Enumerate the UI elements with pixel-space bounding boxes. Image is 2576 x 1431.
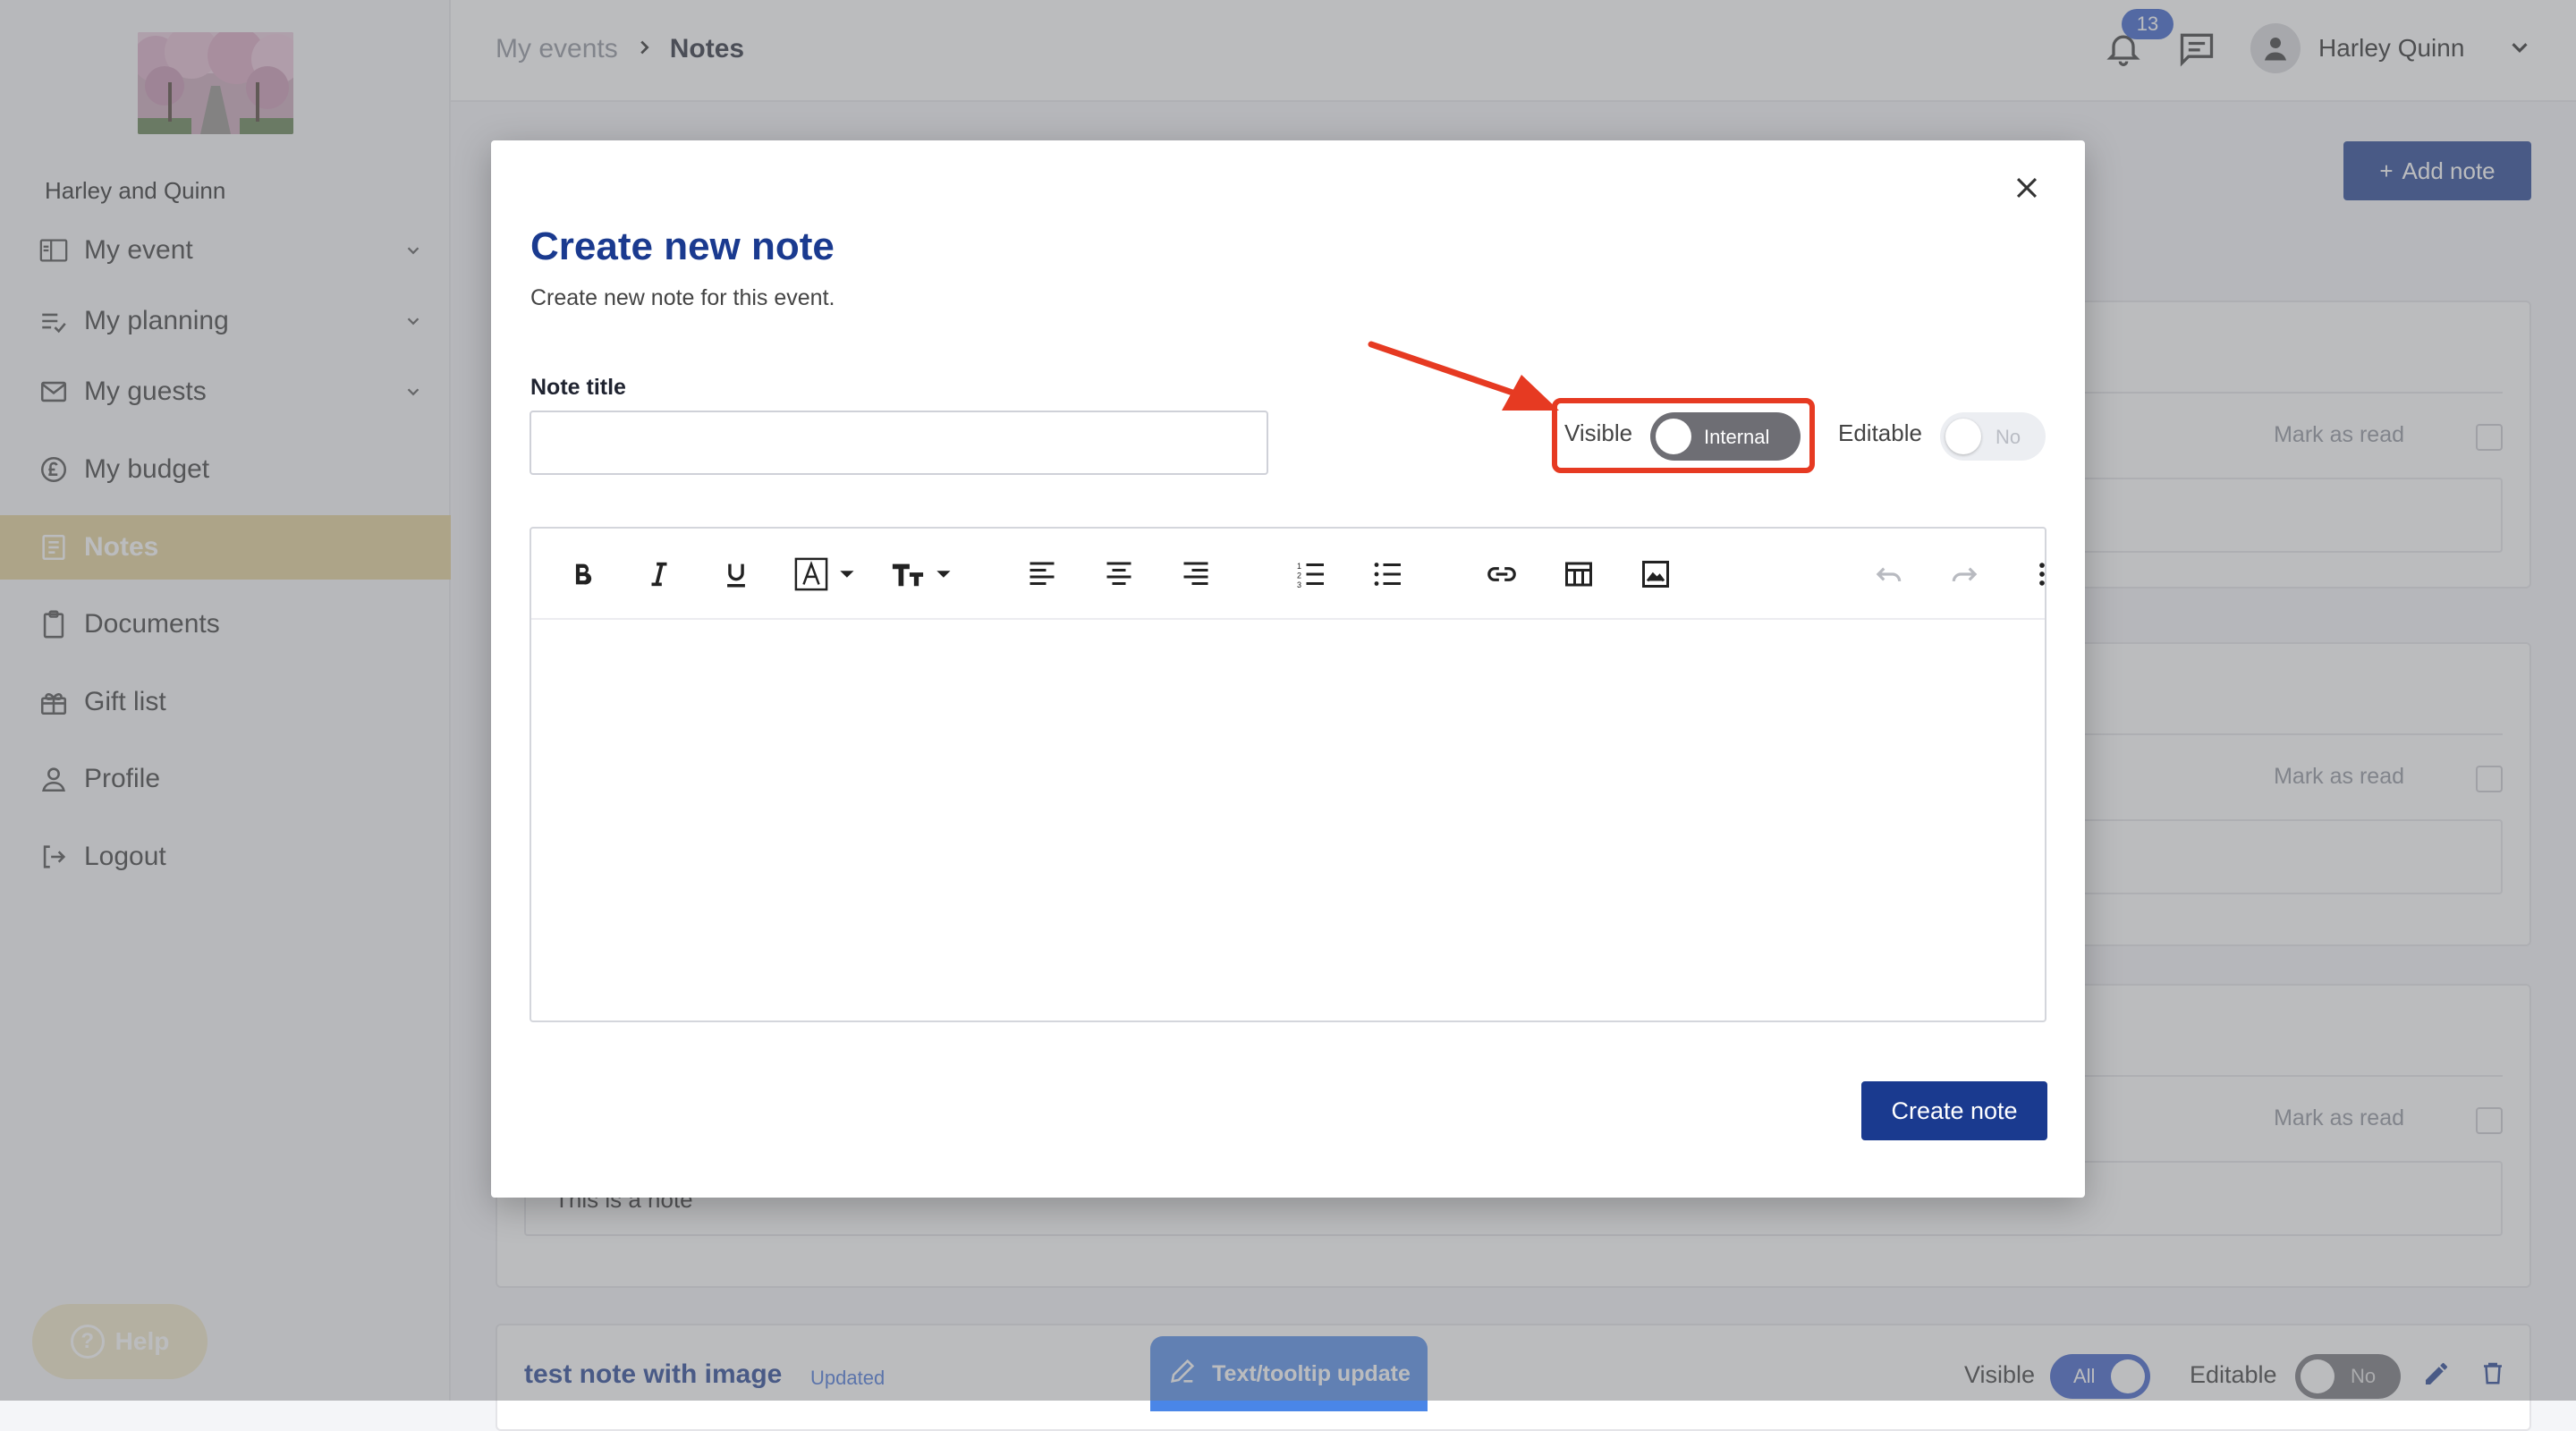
underline-icon[interactable] — [717, 555, 755, 593]
svg-text:1: 1 — [1297, 562, 1301, 571]
close-button[interactable] — [2004, 167, 2049, 212]
modal-subtitle: Create new note for this event. — [530, 285, 835, 310]
red-arrow-annotation — [1368, 341, 1559, 411]
link-icon[interactable] — [1483, 555, 1521, 593]
undo-icon[interactable] — [1869, 555, 1907, 593]
table-icon[interactable] — [1560, 555, 1597, 593]
close-icon — [2012, 173, 2042, 207]
image-icon[interactable] — [1637, 555, 1674, 593]
editable-toggle[interactable]: No — [1940, 412, 2046, 461]
editor-content-area[interactable] — [531, 622, 2045, 1020]
bullet-list-icon[interactable] — [1368, 555, 1406, 593]
note-title-input[interactable] — [530, 411, 1268, 475]
modal-title: Create new note — [530, 224, 835, 268]
bold-icon[interactable] — [564, 555, 601, 593]
toggle-label: Internal — [1704, 426, 1770, 448]
svg-text:3: 3 — [1297, 580, 1301, 589]
note-title-label: Note title — [530, 375, 626, 400]
text-color-icon[interactable] — [792, 555, 864, 593]
ordered-list-icon[interactable]: 123 — [1292, 555, 1329, 593]
toggle-knob — [1945, 419, 1981, 454]
create-note-modal: Create new note Create new note for this… — [491, 140, 2085, 1198]
visible-label: Visible — [1564, 419, 1633, 446]
toggle-knob — [1656, 419, 1691, 454]
align-left-icon[interactable] — [1023, 555, 1061, 593]
create-note-button[interactable]: Create note — [1861, 1081, 2047, 1140]
more-vertical-icon[interactable] — [2023, 555, 2061, 593]
rich-text-editor: 123 — [530, 527, 2046, 1022]
redo-icon[interactable] — [1946, 555, 1984, 593]
align-center-icon[interactable] — [1100, 555, 1138, 593]
editor-toolbar: 123 — [531, 529, 2045, 620]
svg-text:2: 2 — [1297, 572, 1301, 580]
visible-toggle[interactable]: Internal — [1650, 412, 1801, 461]
toggle-label: No — [1996, 426, 2021, 448]
align-right-icon[interactable] — [1177, 555, 1215, 593]
editable-label: Editable — [1838, 419, 1922, 446]
text-size-icon[interactable] — [889, 555, 961, 593]
italic-icon[interactable] — [640, 555, 678, 593]
